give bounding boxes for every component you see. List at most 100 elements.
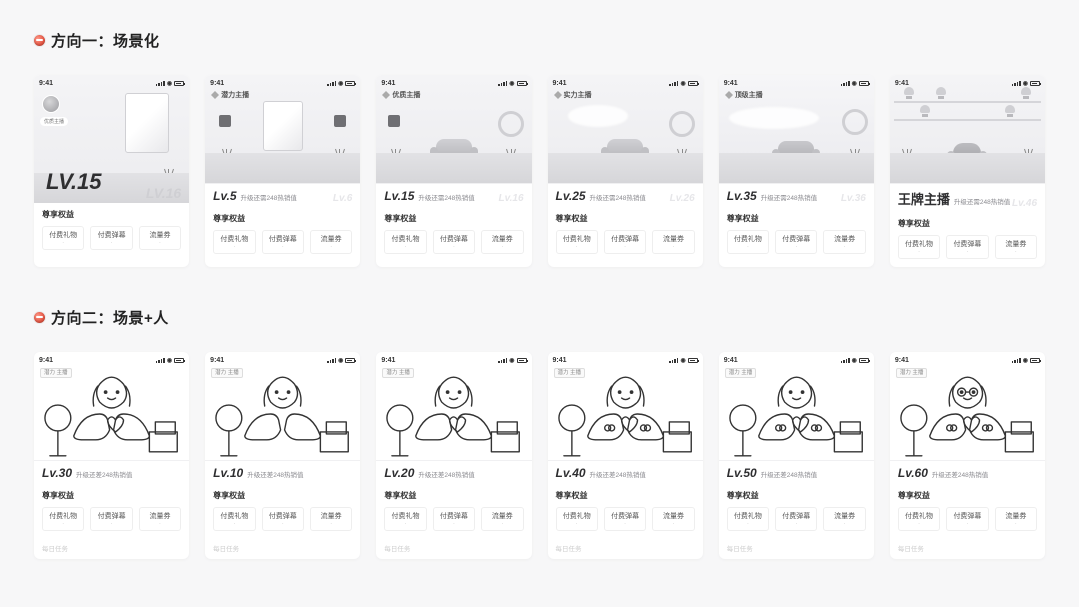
illustration: 9:41 ◉ 潜力 主播 bbox=[205, 352, 360, 460]
cloud-icon bbox=[568, 105, 628, 127]
level-ghost: LV.16 bbox=[146, 185, 181, 201]
level-sub: 升级还需248热销值 bbox=[590, 192, 646, 202]
tag: 付费礼物· bbox=[556, 230, 598, 254]
card-s1-3: 9:41◉ 实力主播 Lv.25升级还需248热销值Lv.26 尊享权益 付费礼… bbox=[548, 75, 703, 267]
wifi-icon: ◉ bbox=[1023, 80, 1028, 87]
benefit-head: 尊享权益 bbox=[205, 207, 360, 226]
card-s1-2: 9:41◉ 优质主播 Lv.15升级还需248热销值Lv.16 尊享权益 付费礼… bbox=[376, 75, 531, 267]
tag: 付费弹幕· bbox=[262, 507, 304, 531]
level-row: Lv.30 升级还差248热销值 bbox=[34, 460, 189, 484]
statusbar: 9:41 ◉ bbox=[548, 355, 703, 365]
level-ghost: Lv.6 bbox=[333, 193, 352, 204]
level-sub: 升级还需248热销值 bbox=[761, 192, 817, 202]
level: Lv.60 bbox=[898, 466, 928, 480]
signal-icon bbox=[841, 81, 850, 86]
tags: 付费礼物· 付费弹幕· 流量券· bbox=[34, 222, 189, 258]
status-right: ◉ bbox=[156, 80, 184, 87]
spotlight-icon bbox=[388, 115, 400, 127]
statusbar: 9:41 ◉ bbox=[376, 355, 531, 365]
level: Lv.35 bbox=[727, 189, 757, 203]
illustration: 9:41◉ 实力主播 bbox=[548, 75, 703, 183]
ringlight-icon bbox=[669, 111, 695, 137]
wifi-icon: ◉ bbox=[509, 80, 514, 87]
signal-icon bbox=[156, 81, 165, 86]
softbox-icon bbox=[263, 101, 303, 151]
bullet-icon bbox=[34, 312, 45, 323]
battery-icon bbox=[688, 358, 698, 363]
battery-icon bbox=[1030, 81, 1040, 86]
level-ghost: Lv.46 bbox=[1012, 198, 1037, 209]
statusbar: 9:41 ◉ bbox=[205, 355, 360, 365]
tag: 流量券· bbox=[823, 230, 865, 254]
wifi-icon: ◉ bbox=[338, 80, 343, 87]
level-row: Lv.10 升级还差248热销值 bbox=[205, 460, 360, 484]
spotlight-icon bbox=[334, 115, 346, 127]
trophy-icon bbox=[920, 105, 930, 119]
battery-icon bbox=[517, 81, 527, 86]
battery-icon bbox=[859, 358, 869, 363]
section-1-row: 9:41 ◉ 优质主播 LV.15 LV.16 尊享权益 bbox=[34, 75, 1045, 267]
signal-icon bbox=[156, 358, 165, 363]
tag: 付费弹幕· bbox=[90, 226, 132, 250]
battery-icon bbox=[1030, 358, 1040, 363]
card-s1-1: 9:41 ◉ 潜力主播 Lv.5 升级还需248热销值 Lv.6 尊享权 bbox=[205, 75, 360, 267]
statusbar: 9:41 ◉ bbox=[34, 78, 189, 88]
illustration: 9:41 ◉ 潜力 主播 bbox=[34, 352, 189, 460]
status-time: 9:41 bbox=[724, 80, 738, 87]
statusbar: 9:41 ◉ bbox=[719, 355, 874, 365]
tag: 流量券· bbox=[481, 230, 523, 254]
tag: 付费礼物· bbox=[727, 507, 769, 531]
status-time: 9:41 bbox=[553, 80, 567, 87]
tag: 付费弹幕· bbox=[433, 507, 475, 531]
level-row: Lv.60 升级还差248热销值 bbox=[890, 460, 1045, 484]
illustration: 9:41◉ 顶级主播 bbox=[719, 75, 874, 183]
status-time: 9:41 bbox=[553, 357, 567, 364]
tags: 付费礼物· 付费弹幕· 流量券· bbox=[205, 226, 360, 262]
card-s2-5: 9:41 ◉ 潜力 主播 Lv.60 升级还差248热销值 尊享权益 bbox=[890, 352, 1045, 559]
level-sub: 升级还差248热销值 bbox=[247, 469, 303, 479]
person-lineart bbox=[205, 366, 360, 460]
level-big: LV.15 bbox=[46, 169, 101, 195]
wifi-icon: ◉ bbox=[167, 80, 172, 87]
level-sub: 升级还差248热销值 bbox=[932, 469, 988, 479]
level-ghost: Lv.16 bbox=[498, 193, 523, 204]
level-sub: 升级还差248热销值 bbox=[590, 469, 646, 479]
section-1-title: 方向一：场景化 bbox=[51, 30, 160, 51]
battery-icon bbox=[345, 358, 355, 363]
section-1-head: 方向一：场景化 bbox=[34, 30, 1045, 51]
battery-icon bbox=[174, 358, 184, 363]
level-sub: 升级还差248热销值 bbox=[761, 469, 817, 479]
status-time: 9:41 bbox=[39, 357, 53, 364]
benefit-head: 尊享权益 bbox=[719, 484, 874, 503]
tag: 付费礼物· bbox=[727, 230, 769, 254]
person-lineart bbox=[719, 366, 874, 460]
tag: 流量券· bbox=[652, 230, 694, 254]
extra-label: 每日任务 bbox=[890, 539, 1045, 559]
benefit-head: 尊享权益 bbox=[34, 484, 189, 503]
illustration: 9:41 ◉ 潜力 主播 bbox=[890, 352, 1045, 460]
card-s1-4: 9:41◉ 顶级主播 Lv.35升级还需248热销值Lv.36 尊享权益 付费礼… bbox=[719, 75, 874, 267]
card-s2-0: 9:41 ◉ 潜力 主播 Lv.30 升级还差248热销值 尊享权益 bbox=[34, 352, 189, 559]
section-2: 方向二：场景+人 9:41 ◉ 潜力 主播 bbox=[34, 307, 1045, 559]
status-time: 9:41 bbox=[210, 357, 224, 364]
floor bbox=[205, 153, 360, 183]
page: 方向一：场景化 9:41 ◉ 优质主播 bbox=[0, 0, 1079, 559]
level-sub: 升级还需248热销值 bbox=[418, 192, 474, 202]
level: Lv.40 bbox=[556, 466, 586, 480]
wifi-icon: ◉ bbox=[680, 80, 685, 87]
extra-label: 每日任务 bbox=[719, 539, 874, 559]
tag: 付费礼物· bbox=[42, 507, 84, 531]
person-lineart bbox=[548, 366, 703, 460]
level: Lv.5 bbox=[213, 189, 236, 203]
level-row: Lv.20 升级还差248热销值 bbox=[376, 460, 531, 484]
tag: 付费弹幕· bbox=[946, 507, 988, 531]
level-row: Lv.50 升级还差248热销值 bbox=[719, 460, 874, 484]
battery-icon bbox=[174, 81, 184, 86]
level-sub: 升级还需248热销值 bbox=[241, 192, 297, 202]
benefit-head: 尊享权益 bbox=[890, 212, 1045, 231]
softbox-icon bbox=[125, 93, 169, 153]
statusbar: 9:41 ◉ bbox=[890, 355, 1045, 365]
status-time: 9:41 bbox=[381, 357, 395, 364]
level-row: Lv.5 升级还需248热销值 Lv.6 bbox=[205, 183, 360, 207]
tag: 付费弹幕· bbox=[604, 507, 646, 531]
